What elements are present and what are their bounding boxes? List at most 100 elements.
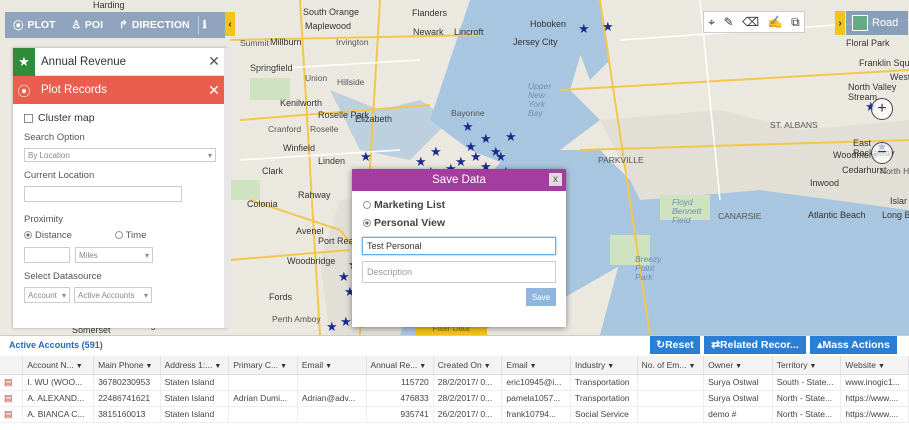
column-header[interactable]: Email ▼ <box>297 356 367 375</box>
table-row[interactable]: ▤ A. BIANCA C... 3815160013 Staten Island 93… <box>0 406 909 423</box>
record-icon[interactable]: ▤ <box>0 406 24 423</box>
cluster-map-checkbox[interactable] <box>24 113 33 123</box>
save-button[interactable]: Save <box>526 288 556 306</box>
direction-button[interactable]: ↱ DIRECTION <box>111 12 198 38</box>
column-header[interactable]: Website ▼ <box>840 356 909 375</box>
filter-icon[interactable]: ▼ <box>878 363 885 370</box>
poi-button[interactable]: ♙ POI <box>64 12 112 38</box>
close-button[interactable]: x <box>549 173 562 186</box>
map-marker-icon[interactable]: ★ <box>495 150 507 163</box>
header-row: Account N... ▼ Main Phone ▼ Address 1:... ▼ Pr… <box>0 356 909 375</box>
map-marker-icon[interactable]: ★ <box>505 130 517 143</box>
map-marker-icon[interactable]: ★ <box>578 22 590 35</box>
map-label: Floral Park <box>846 38 890 48</box>
column-header[interactable]: No. of Em... ▼ <box>637 356 705 375</box>
filter-icon[interactable]: ▼ <box>76 363 83 370</box>
info-button[interactable]: ℹ <box>199 12 211 38</box>
related-records-button[interactable]: ⇄ Related Recor... <box>704 336 806 354</box>
column-header[interactable]: Annual Re... ▼ <box>366 356 434 375</box>
lasso-icon[interactable]: ⌖ <box>708 15 715 30</box>
column-header[interactable]: Owner ▼ <box>703 356 773 375</box>
map-label: Summit <box>240 38 269 48</box>
road-map-toggle[interactable]: Road <box>846 11 908 35</box>
table-cell <box>297 406 367 423</box>
filter-icon[interactable]: ▼ <box>145 363 152 370</box>
column-label: Annual Re... <box>370 359 418 370</box>
filter-icon[interactable]: ▼ <box>530 363 537 370</box>
record-icon[interactable]: ▤ <box>0 390 24 407</box>
map-marker-icon[interactable]: ★ <box>430 145 442 158</box>
table-cell: frank10794... <box>501 406 572 423</box>
map-marker-icon[interactable]: ★ <box>326 320 338 333</box>
map-marker-icon[interactable]: ★ <box>340 315 352 328</box>
column-header[interactable]: Industry ▼ <box>570 356 638 375</box>
filter-icon[interactable]: ▼ <box>688 363 695 370</box>
table-row[interactable]: ▤ I. WU (WOO... 36780230953 Staten Island 11… <box>0 374 909 391</box>
map-label: Lincroft <box>454 27 484 37</box>
filter-icon[interactable]: ▼ <box>214 363 221 370</box>
column-header[interactable]: Main Phone ▼ <box>93 356 161 375</box>
map-label: North Harbor <box>880 166 909 176</box>
map-marker-icon[interactable]: ★ <box>602 20 614 33</box>
current-location-input[interactable] <box>24 186 182 202</box>
eraser-icon[interactable]: ⌫ <box>742 15 759 29</box>
chevron-down-icon: ▾ <box>144 250 149 260</box>
annual-revenue-title: Annual Revenue <box>41 55 127 68</box>
map-marker-icon[interactable]: ★ <box>462 120 474 133</box>
panel-scrollbar[interactable] <box>224 48 231 328</box>
table-cell: North - State... <box>772 390 842 407</box>
mass-actions-button[interactable]: ▴ Mass Actions <box>810 336 897 354</box>
search-option-select[interactable]: By Location ▾ <box>24 148 216 162</box>
entity-select[interactable]: Account ▾ <box>24 287 70 303</box>
annual-revenue-header[interactable]: ★ Annual Revenue ✕ <box>13 47 227 76</box>
save-data-dialog: Save Data x Marketing List Personal View… <box>352 169 566 327</box>
expand-layers-button[interactable]: › <box>835 11 845 35</box>
edit-icon[interactable]: ✍ <box>768 15 783 29</box>
map-marker-icon[interactable]: ★ <box>338 270 350 283</box>
map-label: Newark <box>413 27 444 37</box>
zoom-in-button[interactable]: + <box>871 98 893 120</box>
column-header[interactable]: Created On ▼ <box>433 356 503 375</box>
chevron-right-icon: › <box>838 17 842 29</box>
map-marker-icon[interactable]: ★ <box>360 150 372 163</box>
filter-icon[interactable]: ▼ <box>484 363 491 370</box>
records-grid: Active Accounts (591) ↻ Reset ⇄ Related Re… <box>0 335 909 430</box>
unit-select[interactable]: Miles ▾ <box>75 247 153 263</box>
filter-icon[interactable]: ▼ <box>280 363 287 370</box>
personal-view-option[interactable]: Personal View <box>363 217 445 229</box>
column-header[interactable]: Email ▼ <box>501 356 572 375</box>
filter-icon[interactable]: ▼ <box>809 363 816 370</box>
column-header[interactable]: Address 1:... ▼ <box>160 356 230 375</box>
column-header[interactable]: Territory ▼ <box>772 356 842 375</box>
name-input[interactable]: Test Personal <box>362 237 556 255</box>
pencil-icon[interactable]: ✎ <box>724 15 734 29</box>
plot-records-header[interactable]: ⦿ Plot Records ✕ <box>13 76 227 104</box>
filter-icon[interactable]: ▼ <box>607 363 614 370</box>
collapse-toolbar-button[interactable]: ‹ <box>225 12 235 36</box>
marketing-list-option[interactable]: Marketing List <box>363 199 445 211</box>
reset-button[interactable]: ↻ Reset <box>650 336 700 354</box>
column-label: Email <box>506 359 528 370</box>
proximity-value-input[interactable] <box>24 247 70 263</box>
record-icon[interactable]: ▤ <box>0 374 24 391</box>
map-label: Union <box>305 73 328 83</box>
column-header[interactable]: Primary C... ▼ <box>228 356 298 375</box>
table-cell: demo # <box>703 406 773 423</box>
filter-icon[interactable]: ▼ <box>325 363 332 370</box>
view-select[interactable]: Active Accounts ▾ <box>74 287 152 303</box>
plot-button[interactable]: ⦿ PLOT <box>5 12 64 38</box>
distance-radio[interactable]: Distance <box>24 230 72 241</box>
related-records-label: Related Recor... <box>720 339 799 351</box>
description-input[interactable]: Description <box>362 261 556 283</box>
table-row[interactable]: ▤ A. ALEXAND... 22486741621 Staten Island Ad… <box>0 390 909 407</box>
zoom-out-button[interactable]: − <box>871 142 893 164</box>
column-header[interactable]: Account N... ▼ <box>22 356 95 375</box>
layers-icon[interactable]: ⧉ <box>791 15 800 30</box>
filter-icon[interactable]: ▼ <box>735 363 742 370</box>
table-cell: 115720 <box>366 374 434 391</box>
cluster-map-option[interactable]: Cluster map <box>24 112 216 124</box>
map-label: Woodbridge <box>287 256 336 266</box>
filter-icon[interactable]: ▼ <box>419 363 426 370</box>
time-radio[interactable]: Time <box>114 230 146 241</box>
plot-records-title: Plot Records <box>41 84 107 96</box>
